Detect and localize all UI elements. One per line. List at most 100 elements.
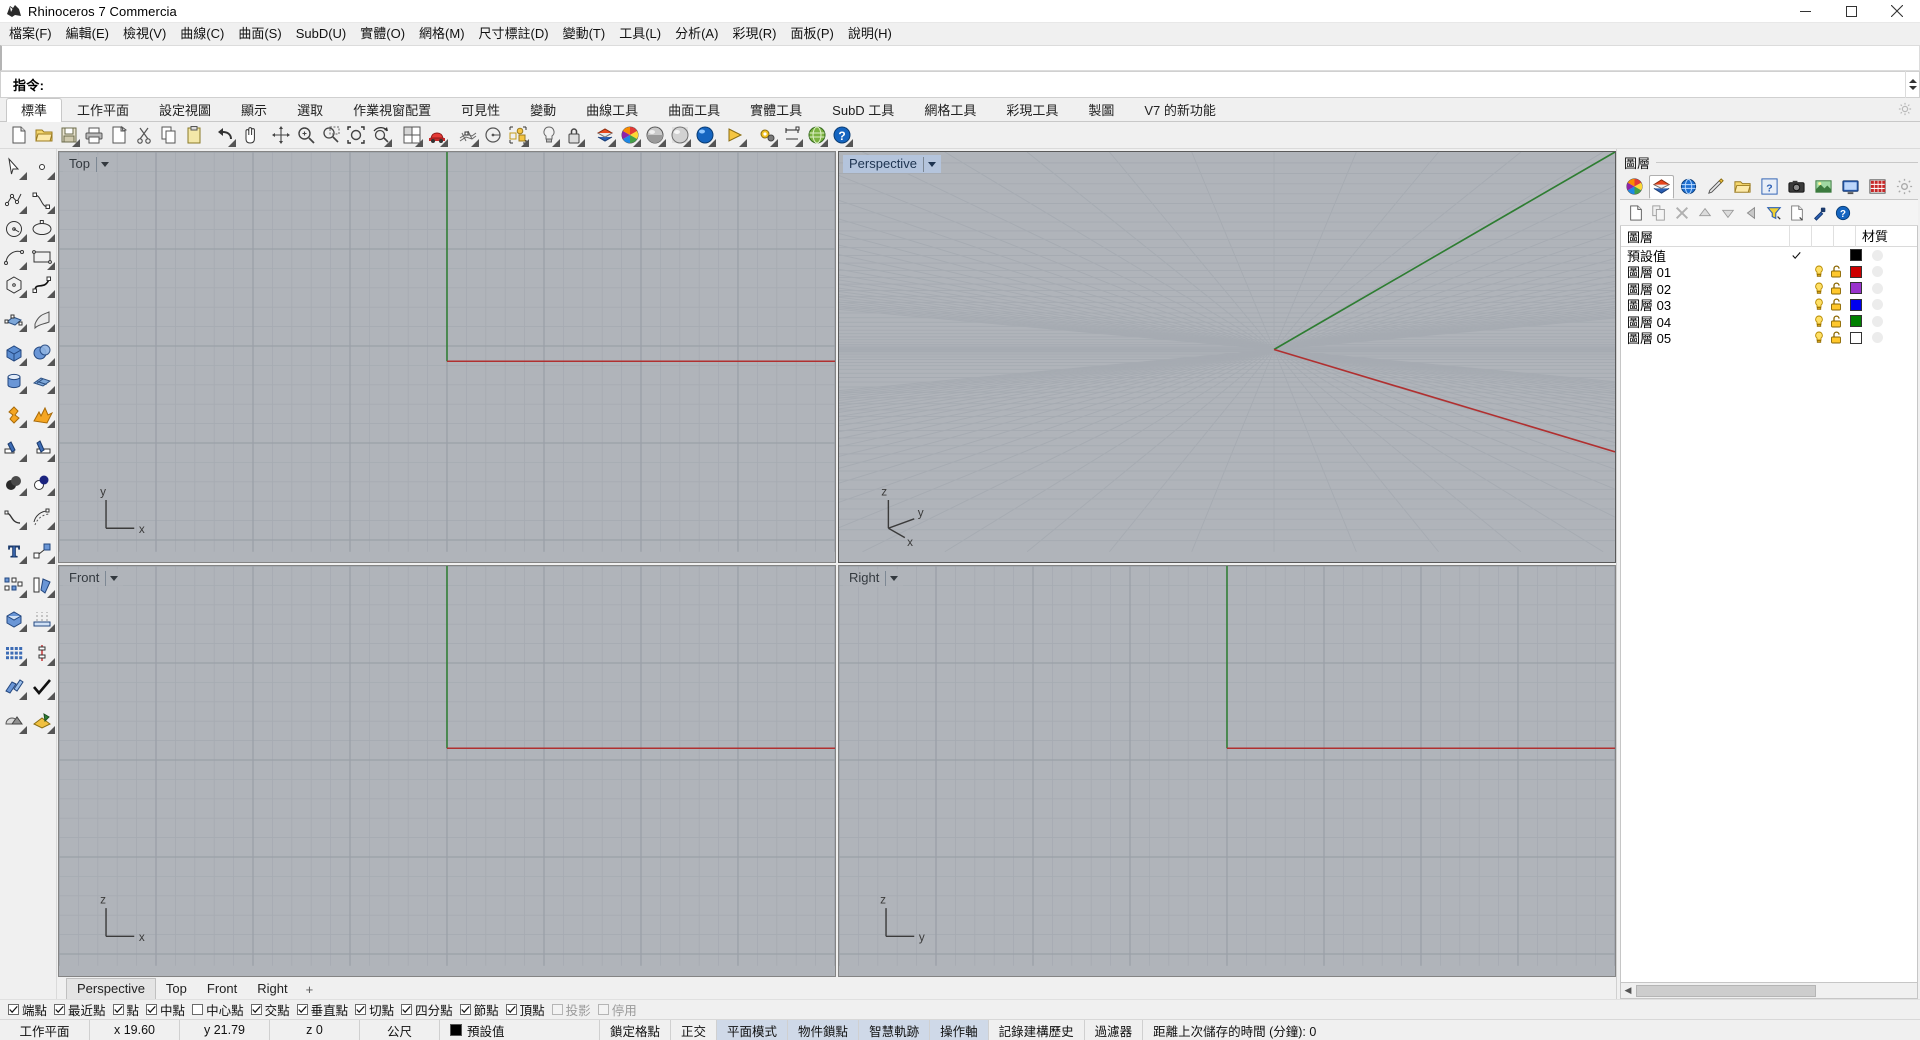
fillet-curve-icon[interactable] xyxy=(0,503,28,531)
mirror-icon[interactable] xyxy=(28,571,56,599)
scroll-thumb[interactable] xyxy=(1636,984,1816,997)
status-current-layer[interactable]: 預設值 xyxy=(440,1020,600,1040)
status-toggle-4[interactable]: 智慧軌跡 xyxy=(859,1020,931,1040)
osnap-checkbox[interactable] xyxy=(355,1004,367,1015)
menu-item-8[interactable]: 尺寸標註(D) xyxy=(472,23,556,44)
osnap-10[interactable]: 頂點 xyxy=(505,1000,552,1019)
layer-material-swatch[interactable] xyxy=(1867,299,1917,311)
osnap-2[interactable]: 點 xyxy=(112,1000,147,1019)
render-panel-icon[interactable] xyxy=(1811,175,1836,199)
panel-options-gear-icon[interactable] xyxy=(1892,175,1917,199)
grid-panel-icon[interactable] xyxy=(1865,175,1890,199)
boolean-union-icon[interactable] xyxy=(0,469,28,497)
menu-item-7[interactable]: 網格(M) xyxy=(412,23,472,44)
osnap-checkbox[interactable] xyxy=(54,1004,66,1015)
layer-row[interactable]: 圖層 02 xyxy=(1621,280,1917,297)
surface-control-points-icon[interactable] xyxy=(0,305,28,333)
osnap-6[interactable]: 垂直點 xyxy=(296,1000,356,1019)
open-file-icon[interactable] xyxy=(31,123,56,148)
menu-item-4[interactable]: 曲面(S) xyxy=(231,23,288,44)
layer-row[interactable]: 圖層 05 xyxy=(1621,330,1917,346)
menu-item-1[interactable]: 編輯(E) xyxy=(59,23,116,44)
status-toggle-2[interactable]: 平面模式 xyxy=(717,1020,789,1040)
viewport-right[interactable]: z y Right xyxy=(838,565,1616,977)
osnap-checkbox[interactable] xyxy=(401,1004,413,1015)
viewport-right-label[interactable]: Right xyxy=(843,569,904,587)
join-icon[interactable] xyxy=(0,673,28,701)
move-layer-up-icon[interactable] xyxy=(1695,203,1715,223)
toolbar-tab-11[interactable]: SubD 工具 xyxy=(817,98,909,122)
dimension-linear-icon[interactable] xyxy=(28,639,56,667)
layer-visibility-bulb-icon[interactable] xyxy=(1811,282,1827,295)
check-object-icon[interactable] xyxy=(28,673,56,701)
light-bulb-icon[interactable] xyxy=(536,123,561,148)
render-mesh-icon[interactable] xyxy=(0,707,28,735)
osnap-12[interactable]: 停用 xyxy=(597,1000,644,1019)
close-icon[interactable] xyxy=(1874,0,1920,23)
surface-loft-icon[interactable] xyxy=(28,305,56,333)
select-arrow-icon[interactable] xyxy=(0,153,28,181)
undo-icon[interactable] xyxy=(212,123,237,148)
layer-row[interactable]: 圖層 04 xyxy=(1621,313,1917,330)
layer-visibility-bulb-icon[interactable] xyxy=(1811,298,1827,311)
display-panel-icon[interactable] xyxy=(1838,175,1863,199)
menu-item-0[interactable]: 檔案(F) xyxy=(2,23,59,44)
move-layer-down-icon[interactable] xyxy=(1718,203,1738,223)
layer-row[interactable]: 圖層 01 xyxy=(1621,264,1917,280)
layer-color-swatch[interactable] xyxy=(1845,331,1867,344)
viewport-tab-top[interactable]: Top xyxy=(156,979,197,999)
maximize-icon[interactable] xyxy=(1828,0,1874,23)
osnap-1[interactable]: 最近點 xyxy=(54,1000,113,1019)
viewport-tab-front[interactable]: Front xyxy=(197,979,247,999)
layer-color-swatch[interactable] xyxy=(1845,265,1867,278)
zoom-extents-icon[interactable] xyxy=(343,123,368,148)
chevron-down-icon[interactable] xyxy=(100,161,109,167)
viewport-perspective[interactable]: z y x Perspective xyxy=(838,151,1616,563)
layer-visibility-bulb-icon[interactable] xyxy=(1811,315,1827,328)
direction-arrow-icon[interactable] xyxy=(723,123,748,148)
toolbar-tab-9[interactable]: 曲面工具 xyxy=(653,98,735,122)
toolbar-tab-12[interactable]: 網格工具 xyxy=(909,98,991,122)
color-wheel-icon[interactable] xyxy=(617,123,642,148)
osnap-7[interactable]: 切點 xyxy=(355,1000,401,1019)
camera-panel-icon[interactable] xyxy=(1784,175,1809,199)
minimize-icon[interactable] xyxy=(1782,0,1828,23)
surface-network-icon[interactable] xyxy=(28,367,56,395)
osnap-checkbox[interactable] xyxy=(8,1004,19,1015)
osnap-checkbox[interactable] xyxy=(597,1004,609,1015)
boolean-difference-icon[interactable] xyxy=(28,469,56,497)
toolbar-tab-7[interactable]: 變動 xyxy=(515,98,571,122)
menu-item-5[interactable]: SubD(U) xyxy=(289,23,354,44)
status-toggle-3[interactable]: 物件鎖點 xyxy=(788,1020,860,1040)
layer-material-swatch[interactable] xyxy=(1867,249,1917,261)
box-icon[interactable] xyxy=(0,339,28,367)
array-grid-icon[interactable] xyxy=(0,639,28,667)
layer-properties-icon[interactable] xyxy=(1787,203,1807,223)
save-as-icon[interactable] xyxy=(106,123,131,148)
layer-lock-icon[interactable] xyxy=(1827,265,1845,278)
layer-visibility-bulb-icon[interactable] xyxy=(1811,331,1827,344)
control-point-curve-icon[interactable] xyxy=(28,187,56,215)
add-viewport-tab-icon[interactable]: + xyxy=(298,980,322,999)
menu-item-13[interactable]: 面板(P) xyxy=(783,23,840,44)
ellipse-icon[interactable] xyxy=(28,215,56,243)
menu-item-12[interactable]: 彩現(R) xyxy=(725,23,783,44)
layers-icon[interactable] xyxy=(592,123,617,148)
osnap-3[interactable]: 中點 xyxy=(146,1000,192,1019)
layer-color-swatch[interactable] xyxy=(1845,298,1867,311)
layer-tools-icon[interactable] xyxy=(1810,203,1830,223)
toolbar-tab-5[interactable]: 作業視窗配置 xyxy=(338,98,446,122)
color-wheel-panel-icon[interactable] xyxy=(1622,175,1647,199)
curve-interpolate-icon[interactable] xyxy=(28,271,56,299)
arc-icon[interactable] xyxy=(0,243,28,271)
toolbar-tab-3[interactable]: 顯示 xyxy=(226,98,282,122)
viewport-tab-perspective[interactable]: Perspective xyxy=(66,978,156,999)
paste-icon[interactable] xyxy=(181,123,206,148)
osnap-8[interactable]: 四分點 xyxy=(401,1000,460,1019)
layer-row[interactable]: 圖層 03 xyxy=(1621,297,1917,313)
globe-render-icon[interactable] xyxy=(804,123,829,148)
toolbar-tab-13[interactable]: 彩現工具 xyxy=(991,98,1073,122)
viewport-top[interactable]: y x Top xyxy=(58,151,836,563)
text-icon[interactable]: T xyxy=(0,537,28,565)
move-layer-left-icon[interactable] xyxy=(1741,203,1761,223)
